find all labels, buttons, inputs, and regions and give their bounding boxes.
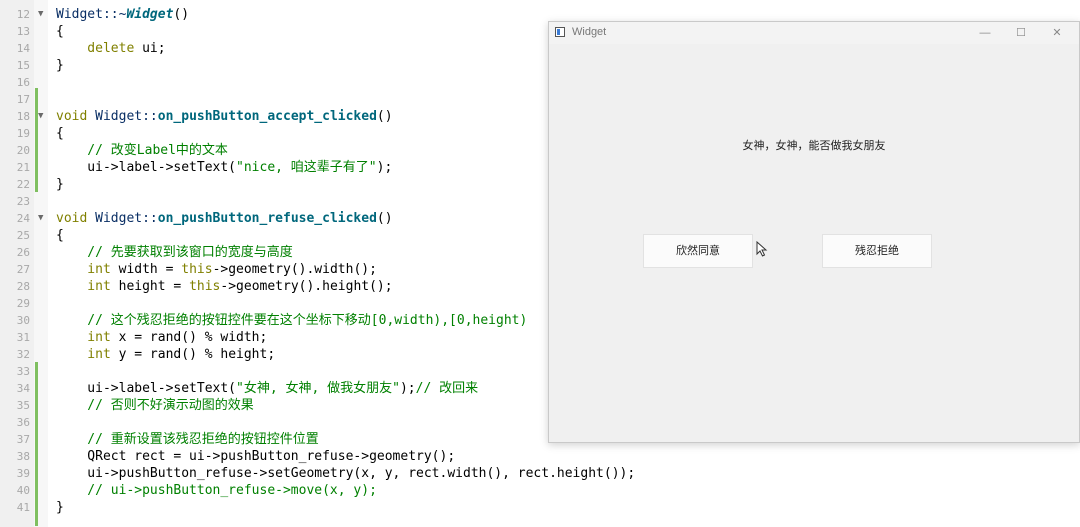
line-number: 17 [16, 93, 30, 106]
line-number: 25 [16, 229, 30, 242]
accept-button[interactable]: 欣然同意 [643, 234, 753, 268]
code-text: int width = this->geometry().width(); [56, 262, 377, 277]
line-number: 21 [16, 161, 30, 174]
line-number: 41 [16, 501, 30, 514]
code-text: int height = this->geometry().height(); [56, 279, 393, 294]
close-button[interactable]: ✕ [1039, 22, 1075, 44]
app-window-icon [555, 27, 565, 37]
fold-arrow-icon[interactable]: ▼ [38, 108, 43, 125]
line-number: 22 [16, 178, 30, 191]
line-number: 12 [16, 8, 30, 21]
code-text: delete ui; [56, 41, 166, 56]
line-number: 32 [16, 348, 30, 361]
code-text: } [56, 58, 64, 73]
line-number: 16 [16, 76, 30, 89]
code-text: { [56, 24, 64, 39]
refuse-button[interactable]: 残忍拒绝 [822, 234, 932, 268]
widget-window[interactable]: Widget — ☐ ✕ 女神，女神，能否做我女朋友 欣然同意 残忍拒绝 [548, 21, 1080, 443]
line-number: 29 [16, 297, 30, 310]
line-number: 26 [16, 246, 30, 259]
message-label: 女神，女神，能否做我女朋友 [742, 139, 886, 152]
code-text: } [56, 500, 64, 515]
code-text: // 先要获取到该窗口的宽度与高度 [56, 245, 293, 260]
window-titlebar[interactable]: Widget — ☐ ✕ [549, 22, 1079, 44]
line-number: 24 [16, 212, 30, 225]
code-text: // ui->pushButton_refuse->move(x, y); [56, 483, 377, 498]
line-number: 36 [16, 416, 30, 429]
code-text: // 这个残忍拒绝的按钮控件要在这个坐标下移动[0,width),[0,heig… [56, 313, 528, 328]
code-text: Widget::~Widget() [56, 7, 190, 22]
line-number: 15 [16, 59, 30, 72]
code-text: void Widget::on_pushButton_refuse_clicke… [56, 211, 393, 226]
line-number: 13 [16, 25, 30, 38]
code-text: int y = rand() % height; [56, 347, 276, 362]
line-number: 18 [16, 110, 30, 123]
line-number: 19 [16, 127, 30, 140]
code-text: int x = rand() % width; [56, 330, 268, 345]
line-number: 31 [16, 331, 30, 344]
mouse-cursor-icon [756, 241, 768, 257]
line-number: 30 [16, 314, 30, 327]
line-number: 23 [16, 195, 30, 208]
code-text: // 改变Label中的文本 [56, 143, 228, 158]
fold-arrow-icon[interactable]: ▼ [38, 6, 43, 23]
line-number: 39 [16, 467, 30, 480]
code-line[interactable]: 41} [0, 499, 1080, 516]
code-line[interactable]: 38 QRect rect = ui->pushButton_refuse->g… [0, 448, 1080, 465]
minimize-button[interactable]: — [967, 22, 1003, 44]
code-line[interactable]: 39 ui->pushButton_refuse->setGeometry(x,… [0, 465, 1080, 482]
line-number: 28 [16, 280, 30, 293]
window-title: Widget [572, 26, 607, 38]
code-line[interactable]: 40 // ui->pushButton_refuse->move(x, y); [0, 482, 1080, 499]
code-text: void Widget::on_pushButton_accept_clicke… [56, 109, 393, 124]
line-number: 34 [16, 382, 30, 395]
code-text: // 重新设置该残忍拒绝的按钮控件位置 [56, 432, 319, 447]
code-text: // 否则不好演示动图的效果 [56, 398, 254, 413]
line-number: 35 [16, 399, 30, 412]
fold-arrow-icon[interactable]: ▼ [38, 210, 43, 227]
line-number: 38 [16, 450, 30, 463]
line-number: 27 [16, 263, 30, 276]
code-text: ui->pushButton_refuse->setGeometry(x, y,… [56, 466, 636, 481]
line-number: 37 [16, 433, 30, 446]
maximize-button[interactable]: ☐ [1003, 22, 1039, 44]
line-number: 14 [16, 42, 30, 55]
line-number: 33 [16, 365, 30, 378]
code-text: { [56, 228, 64, 243]
code-text: QRect rect = ui->pushButton_refuse->geom… [56, 449, 456, 464]
code-text: { [56, 126, 64, 141]
line-number: 40 [16, 484, 30, 497]
line-number: 20 [16, 144, 30, 157]
code-text: ui->label->setText("nice, 咱这辈子有了"); [56, 160, 393, 175]
code-text: } [56, 177, 64, 192]
code-text: ui->label->setText("女神, 女神, 做我女朋友");// 改… [56, 381, 479, 396]
